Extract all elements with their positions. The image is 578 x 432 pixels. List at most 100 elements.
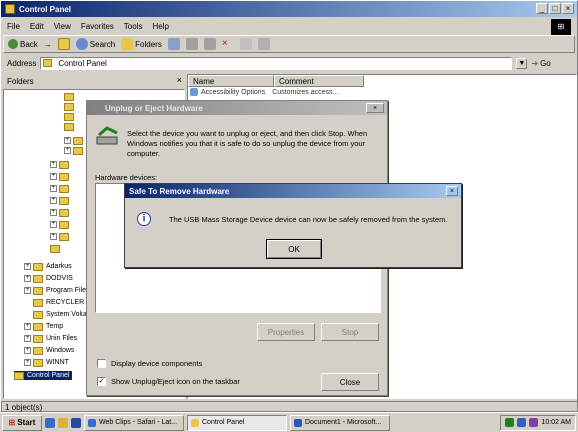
undo-icon[interactable] bbox=[239, 38, 252, 50]
expand-icon[interactable]: + bbox=[64, 147, 71, 154]
tree-row[interactable] bbox=[64, 122, 77, 131]
menu-file[interactable]: File bbox=[7, 22, 20, 31]
expand-icon[interactable]: + bbox=[24, 275, 31, 282]
search-button[interactable]: Search bbox=[75, 38, 115, 50]
tree-item-dodvis[interactable]: + DODVIS bbox=[24, 274, 73, 283]
move-to-icon[interactable] bbox=[185, 38, 198, 50]
column-header-comment[interactable]: Comment bbox=[274, 75, 364, 87]
close-window-button[interactable]: × bbox=[562, 3, 574, 14]
expand-icon[interactable]: + bbox=[24, 359, 31, 366]
toolbar: Back → Search Folders × bbox=[3, 35, 575, 53]
address-dropdown-button[interactable]: ▼ bbox=[516, 57, 528, 69]
tree-row[interactable]: + bbox=[64, 136, 86, 145]
tree-item-winnt[interactable]: + WINNT bbox=[24, 358, 69, 367]
show-icon-option[interactable]: ✓ Show Unplug/Eject icon on the taskbar bbox=[97, 377, 240, 386]
ie-quicklaunch-icon[interactable] bbox=[45, 417, 55, 428]
address-field[interactable]: Control Panel bbox=[40, 56, 513, 70]
go-button[interactable]: ➔ Go bbox=[531, 59, 550, 68]
expand-icon[interactable]: + bbox=[50, 185, 57, 192]
expand-icon[interactable]: + bbox=[24, 287, 31, 294]
menu-favorites[interactable]: Favorites bbox=[81, 22, 114, 31]
properties-button[interactable]: Properties bbox=[257, 323, 315, 341]
control-panel-folder-icon bbox=[14, 371, 24, 380]
unplug-dialog-title: Unplug or Eject Hardware bbox=[105, 103, 203, 113]
tree-row[interactable]: + bbox=[50, 184, 72, 193]
close-button[interactable]: Close bbox=[321, 373, 379, 391]
tree-row[interactable]: + bbox=[50, 196, 72, 205]
start-button[interactable]: ⊞ Start bbox=[2, 414, 42, 431]
expand-icon[interactable]: + bbox=[64, 137, 71, 144]
folders-pane-close-button[interactable]: × bbox=[177, 75, 182, 85]
forward-button[interactable]: → bbox=[44, 40, 52, 49]
folders-button[interactable]: Folders bbox=[121, 38, 162, 50]
volume-tray-icon[interactable] bbox=[529, 418, 539, 427]
maximize-button[interactable]: □ bbox=[549, 3, 561, 14]
folder-icon bbox=[73, 136, 83, 145]
unplug-dialog-titlebar[interactable]: Unplug or Eject Hardware bbox=[87, 101, 387, 115]
show-icon-checkbox[interactable]: ✓ bbox=[97, 377, 106, 386]
expand-icon[interactable]: + bbox=[50, 233, 57, 240]
tree-item-temp[interactable]: + Temp bbox=[24, 322, 63, 331]
tree-row[interactable] bbox=[64, 112, 77, 121]
task-control-panel[interactable]: Control Panel bbox=[187, 414, 287, 431]
expand-icon[interactable]: + bbox=[50, 161, 57, 168]
expand-icon[interactable]: + bbox=[24, 335, 31, 342]
desktop-quicklaunch-icon[interactable] bbox=[71, 417, 81, 428]
outlook-quicklaunch-icon[interactable] bbox=[58, 417, 68, 428]
folder-icon bbox=[33, 310, 43, 319]
tree-row[interactable] bbox=[64, 102, 77, 111]
ok-button[interactable]: OK bbox=[266, 239, 322, 259]
network-tray-icon[interactable] bbox=[517, 418, 527, 427]
stop-button[interactable]: Stop bbox=[321, 323, 379, 341]
copy-to-icon[interactable] bbox=[203, 38, 216, 50]
list-item[interactable]: Accessibility Options Customizes access.… bbox=[190, 88, 338, 96]
expand-icon[interactable]: + bbox=[50, 173, 57, 180]
tree-row[interactable]: + bbox=[50, 208, 72, 217]
tree-row[interactable]: + bbox=[50, 160, 72, 169]
status-text: 1 object(s) bbox=[5, 402, 43, 412]
tree-item-adarkus[interactable]: + Adarkus bbox=[24, 262, 72, 271]
expand-icon[interactable]: + bbox=[50, 209, 57, 216]
menu-tools[interactable]: Tools bbox=[124, 22, 143, 31]
tree-item-unin-files[interactable]: + Unin Files bbox=[24, 334, 77, 343]
tree-item-control-panel[interactable]: Control Panel bbox=[14, 371, 73, 380]
expand-icon[interactable]: + bbox=[24, 263, 31, 270]
tree-item-recycler[interactable]: RECYCLER bbox=[33, 298, 84, 307]
folder-icon bbox=[50, 244, 60, 253]
expand-icon[interactable]: + bbox=[50, 221, 57, 228]
column-header-name[interactable]: Name bbox=[188, 75, 274, 87]
tree-row[interactable]: + bbox=[50, 172, 72, 181]
expand-icon[interactable]: + bbox=[24, 347, 31, 354]
tree-row[interactable]: + bbox=[50, 220, 72, 229]
menu-edit[interactable]: Edit bbox=[30, 22, 44, 31]
history-icon[interactable] bbox=[167, 38, 180, 50]
menu-bar: File Edit View Favorites Tools Help bbox=[1, 19, 577, 33]
task-web-clips[interactable]: Web Clips - Safari - Lat... bbox=[84, 414, 184, 431]
tree-row[interactable]: + bbox=[50, 232, 72, 241]
tree-row[interactable] bbox=[50, 244, 63, 253]
delete-icon[interactable]: × bbox=[222, 38, 234, 50]
safe-dialog-title: Safe To Remove Hardware bbox=[129, 186, 230, 196]
unplug-eject-tray-icon[interactable] bbox=[505, 418, 515, 427]
unplug-dialog-close-button[interactable]: × bbox=[366, 103, 384, 113]
safe-dialog-titlebar[interactable]: Safe To Remove Hardware bbox=[125, 184, 461, 198]
menu-help[interactable]: Help bbox=[152, 22, 168, 31]
tree-item-program-files[interactable]: + Program Files bbox=[24, 286, 90, 295]
tree-row[interactable]: + bbox=[64, 146, 86, 155]
up-folder-icon[interactable] bbox=[57, 38, 70, 50]
back-button[interactable]: Back bbox=[8, 39, 38, 49]
address-value: Control Panel bbox=[58, 58, 107, 68]
views-icon[interactable] bbox=[257, 38, 270, 50]
menu-view[interactable]: View bbox=[54, 22, 71, 31]
expand-icon[interactable]: + bbox=[24, 323, 31, 330]
expand-icon[interactable]: + bbox=[50, 197, 57, 204]
tree-item-windows[interactable]: + Windows bbox=[24, 346, 74, 355]
safe-dialog-close-button[interactable]: × bbox=[446, 186, 458, 196]
window-titlebar[interactable]: Control Panel bbox=[1, 1, 577, 17]
task-document1[interactable]: Document1 - Microsoft... bbox=[290, 414, 390, 431]
folder-icon bbox=[64, 102, 74, 111]
tree-row[interactable] bbox=[64, 92, 77, 101]
display-components-option[interactable]: Display device components bbox=[97, 359, 202, 368]
minimize-button[interactable]: _ bbox=[536, 3, 548, 14]
display-components-checkbox[interactable] bbox=[97, 359, 106, 368]
